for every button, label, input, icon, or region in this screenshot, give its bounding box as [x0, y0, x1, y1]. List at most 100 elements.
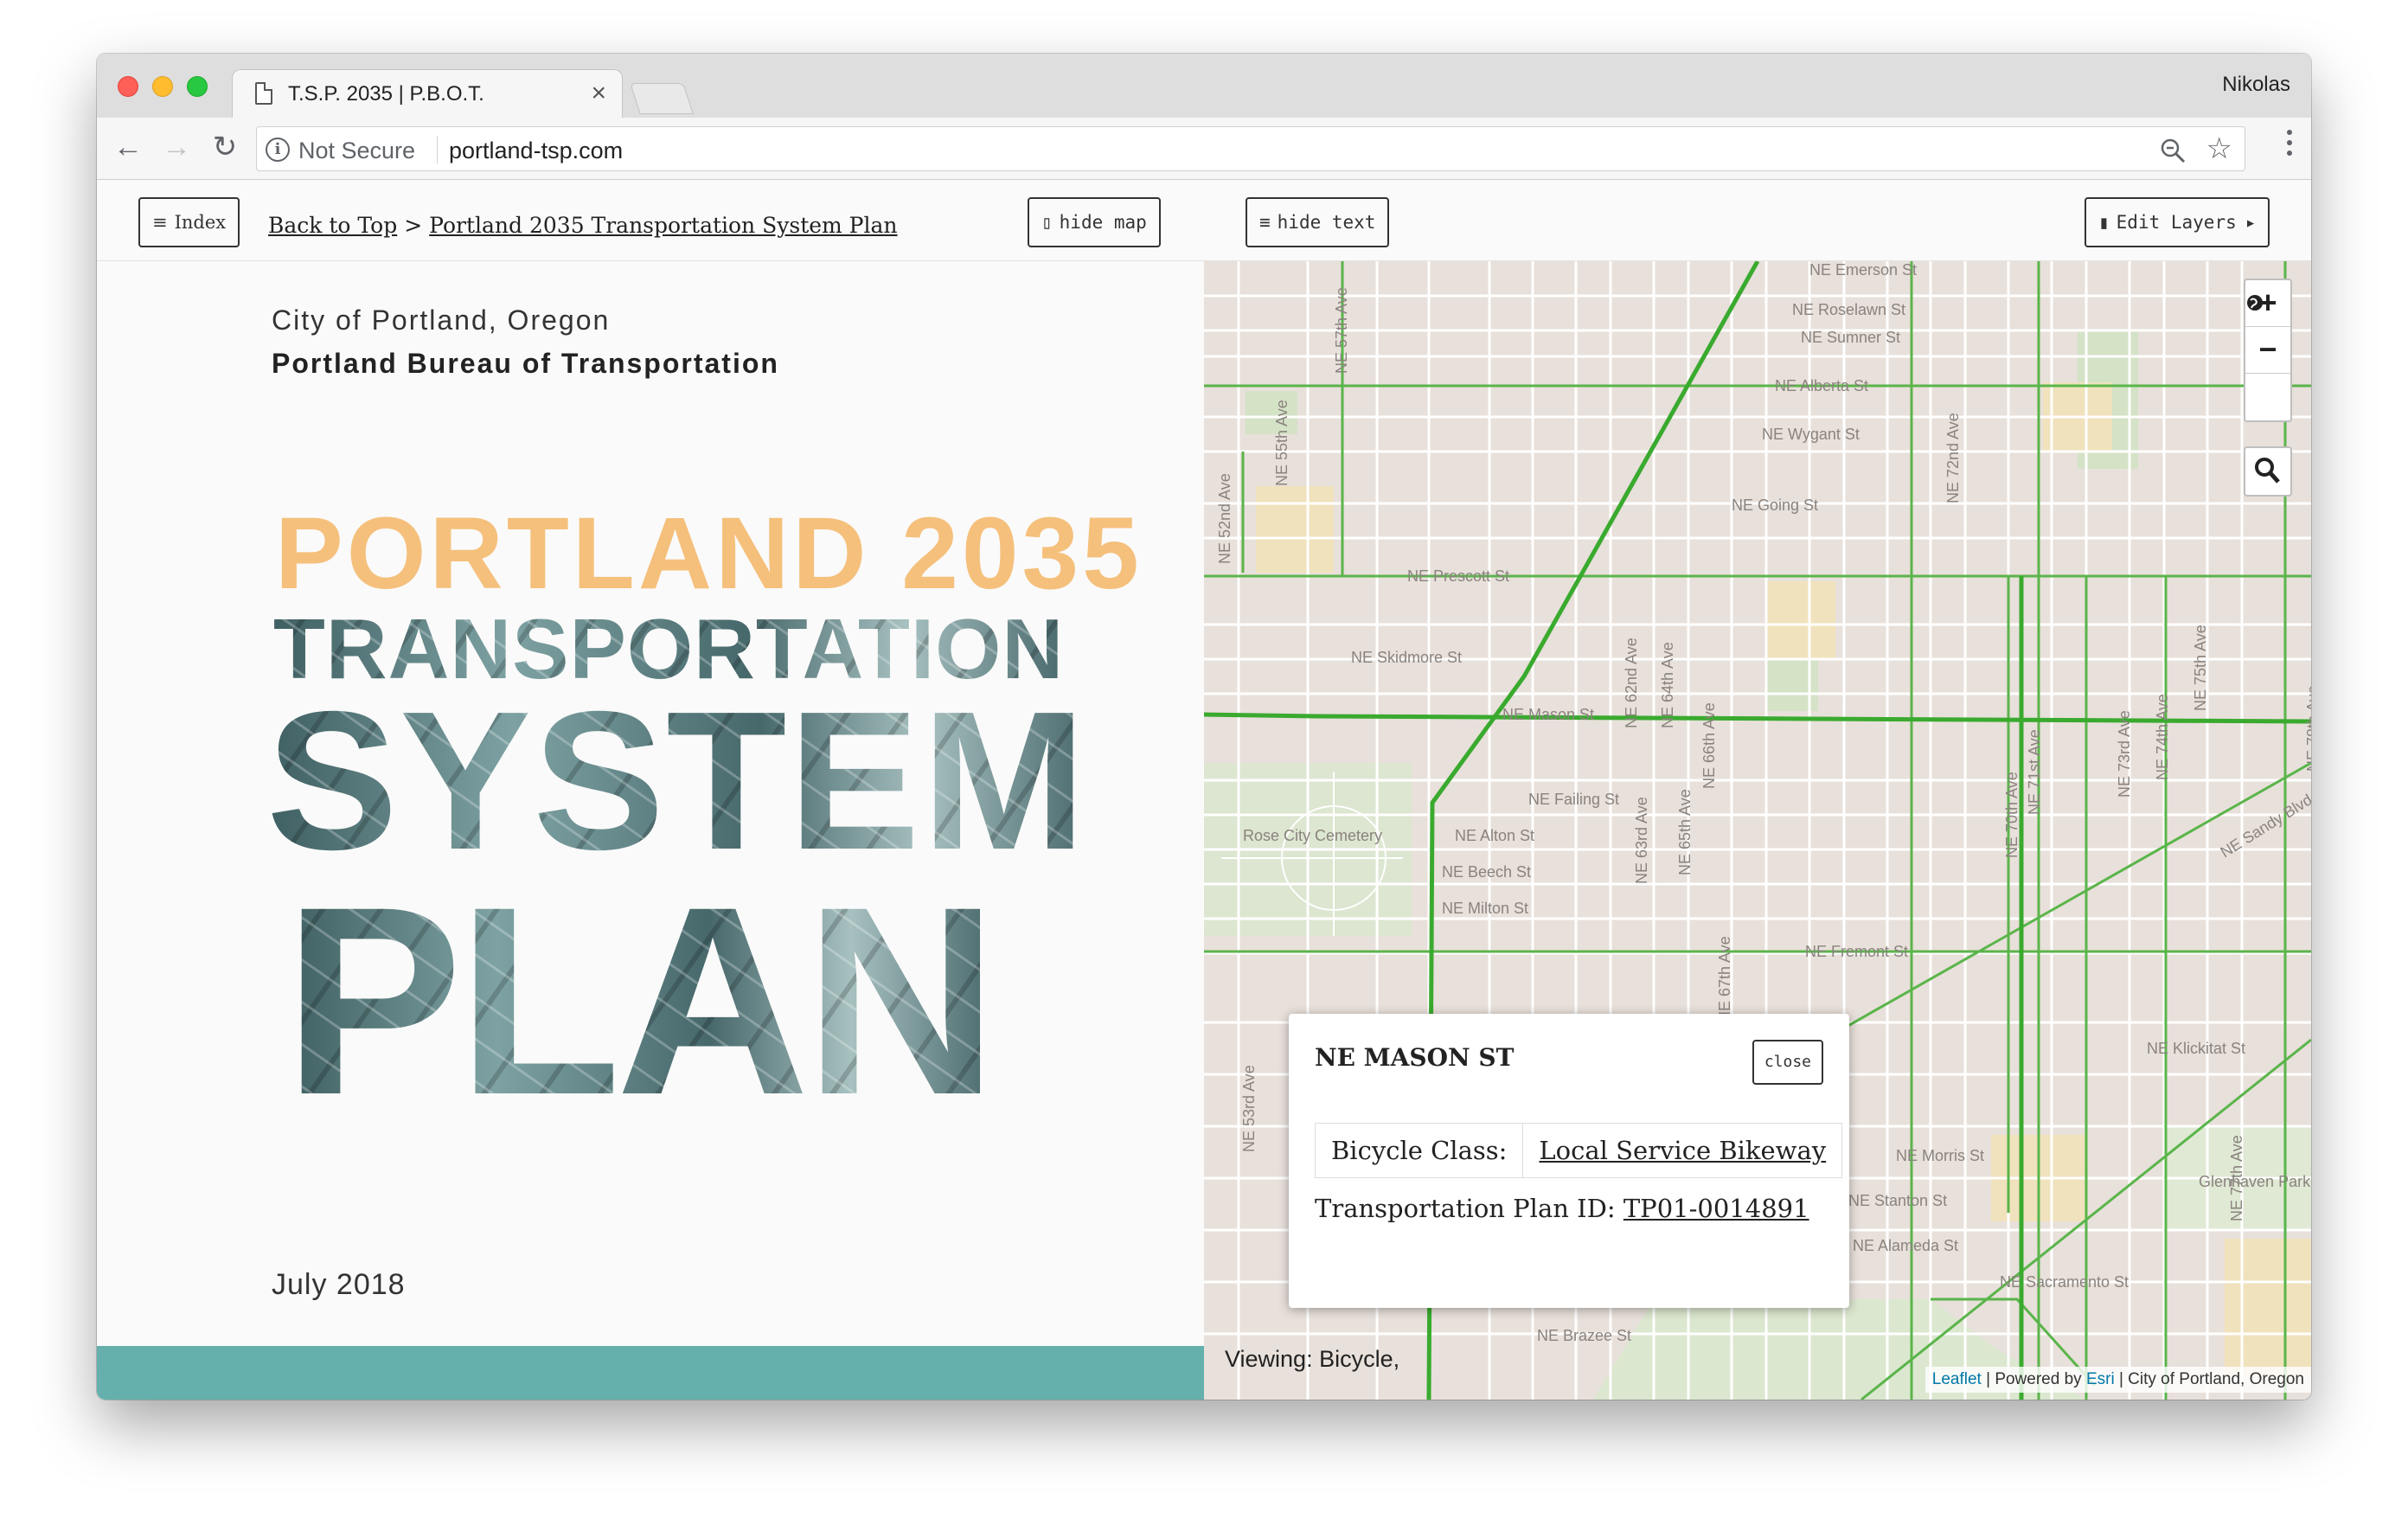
- svg-text:NE Sumner St: NE Sumner St: [1801, 329, 1900, 346]
- reload-icon[interactable]: ↻: [206, 128, 244, 166]
- bicycle-class-cell: Local Service Bikeway: [1522, 1123, 1843, 1178]
- attribution-city: | City of Portland, Oregon: [2114, 1370, 2304, 1388]
- footer-bar: [97, 1346, 1204, 1400]
- popup-close-button[interactable]: close: [1752, 1040, 1823, 1085]
- hide-text-button[interactable]: ≡ hide text: [1246, 197, 1390, 247]
- text-icon: ≡: [1259, 212, 1271, 233]
- window-close-button[interactable]: [118, 76, 138, 97]
- attribution-powered: | Powered by: [1981, 1370, 2086, 1388]
- plan-id-link[interactable]: TP01-0014891: [1623, 1194, 1809, 1223]
- breadcrumb: Back to Top > Portland 2035 Transportation…: [268, 213, 898, 238]
- browser-toolbar: ← → ↻ i Not Secure portland-tsp.com ☆: [97, 118, 2311, 180]
- page-header: ≡ Index Back to Top > Portland 2035 Transpo…: [97, 180, 2311, 261]
- publication-date: July 2018: [272, 1268, 406, 1301]
- svg-text:NE Prescott St: NE Prescott St: [1407, 567, 1509, 585]
- leaflet-link[interactable]: Leaflet: [1932, 1370, 1982, 1388]
- browser-tab[interactable]: T.S.P. 2035 | P.B.O.T. ×: [232, 69, 623, 118]
- security-label[interactable]: Not Secure: [298, 138, 415, 164]
- svg-text:NE Brazee St: NE Brazee St: [1537, 1327, 1631, 1344]
- info-icon[interactable]: i: [266, 138, 290, 162]
- breadcrumb-separator: >: [404, 213, 423, 238]
- map-search-button[interactable]: [2244, 446, 2292, 497]
- breadcrumb-current-link[interactable]: Portland 2035 Transportation System Plan: [429, 213, 897, 238]
- svg-text:NE 65th Ave: NE 65th Ave: [1676, 789, 1694, 875]
- caret-right-icon: ▸: [2245, 212, 2257, 233]
- forward-arrow-icon[interactable]: →: [157, 128, 195, 166]
- tab-title: T.S.P. 2035 | P.B.O.T.: [288, 82, 484, 106]
- svg-text:NE 67th Ave: NE 67th Ave: [1716, 936, 1733, 1022]
- svg-text:NE Going St: NE Going St: [1732, 497, 1818, 514]
- svg-text:NE Beech St: NE Beech St: [1442, 863, 1531, 881]
- svg-text:NE 66th Ave: NE 66th Ave: [1700, 702, 1718, 789]
- popup-attribute-table: Bicycle Class: Local Service Bikeway: [1314, 1123, 1843, 1178]
- svg-text:NE Alton St: NE Alton St: [1455, 827, 1534, 844]
- viewing-layers-text: Viewing: Bicycle,: [1225, 1346, 1400, 1372]
- svg-text:NE Klickitat St: NE Klickitat St: [2147, 1040, 2245, 1057]
- bureau-heading: Portland Bureau of Transportation: [272, 348, 779, 379]
- school-parcel: [2225, 1239, 2311, 1377]
- svg-text:NE 62nd Ave: NE 62nd Ave: [1623, 638, 1640, 728]
- hide-map-button[interactable]: ▯ hide map: [1028, 197, 1161, 247]
- esri-link[interactable]: Esri: [2086, 1370, 2115, 1388]
- bookmark-star-icon[interactable]: ☆: [2206, 132, 2232, 165]
- svg-text:NE Failing St: NE Failing St: [1528, 791, 1619, 808]
- svg-text:NE 57th Ave: NE 57th Ave: [1333, 287, 1350, 374]
- svg-text:NE 52nd Ave: NE 52nd Ave: [1216, 473, 1233, 564]
- new-tab-button[interactable]: [630, 83, 694, 114]
- svg-text:NE Alberta St: NE Alberta St: [1775, 377, 1868, 394]
- page-content: ≡ Index Back to Top > Portland 2035 Transpo…: [97, 180, 2311, 1400]
- svg-text:Glenhaven Park: Glenhaven Park: [2199, 1173, 2311, 1190]
- hide-text-label: hide text: [1277, 212, 1376, 233]
- svg-text:NE Mason St: NE Mason St: [1502, 706, 1594, 723]
- edit-layers-button[interactable]: ▮ Edit Layers ▸: [2085, 197, 2270, 247]
- table-row: Bicycle Class: Local Service Bikeway: [1314, 1123, 1843, 1178]
- document-icon: [255, 82, 272, 105]
- address-bar[interactable]: i Not Secure portland-tsp.com ☆: [256, 126, 2245, 171]
- list-icon: ≡: [152, 212, 168, 233]
- url-text[interactable]: portland-tsp.com: [449, 138, 623, 164]
- svg-text:NE Morris St: NE Morris St: [1896, 1147, 1984, 1164]
- svg-text:NE Alameda St: NE Alameda St: [1853, 1237, 1958, 1254]
- hide-map-label: hide map: [1059, 212, 1147, 233]
- svg-text:NE 73rd Ave: NE 73rd Ave: [2116, 710, 2133, 798]
- index-label: Index: [174, 212, 227, 233]
- svg-text:NE 63rd Ave: NE 63rd Ave: [1633, 797, 1650, 884]
- bicycle-class-link[interactable]: Local Service Bikeway: [1539, 1136, 1826, 1165]
- map-attribution: Leaflet | Powered by Esri | City of Port…: [1924, 1367, 2311, 1393]
- kebab-menu-icon[interactable]: [2287, 130, 2294, 164]
- svg-text:NE 75th Ave: NE 75th Ave: [2192, 625, 2209, 711]
- map-zoom-controls: + −: [2244, 279, 2292, 422]
- zoom-icon[interactable]: [2158, 136, 2187, 165]
- profile-name[interactable]: Nikolas: [2222, 73, 2290, 97]
- map-icon: ▯: [1041, 212, 1053, 233]
- window-minimize-button[interactable]: [152, 76, 173, 97]
- svg-text:NE Roselawn St: NE Roselawn St: [1792, 301, 1905, 318]
- index-button[interactable]: ≡ Index: [138, 197, 240, 247]
- zoom-out-button[interactable]: −: [2245, 327, 2290, 374]
- svg-text:NE Stanton St: NE Stanton St: [1848, 1192, 1947, 1209]
- svg-text:NE 70th Ave: NE 70th Ave: [2003, 772, 2021, 858]
- svg-text:NE Skidmore St: NE Skidmore St: [1351, 649, 1462, 666]
- school-parcel: [1256, 486, 1334, 573]
- svg-text:NE 71st Ave: NE 71st Ave: [2026, 729, 2043, 815]
- plan-id-row: Transportation Plan ID: TP01-0014891: [1315, 1194, 1809, 1223]
- svg-text:NE 72nd Ave: NE 72nd Ave: [1944, 413, 1962, 503]
- breadcrumb-back-link[interactable]: Back to Top: [268, 213, 397, 238]
- tab-bar: T.S.P. 2035 | P.B.O.T. × Nikolas: [97, 54, 2311, 118]
- tab-close-icon[interactable]: ×: [591, 79, 606, 108]
- svg-text:NE 78th Ave: NE 78th Ave: [2304, 685, 2311, 772]
- globe-icon[interactable]: [2245, 295, 2290, 420]
- school-parcel: [1766, 581, 1835, 659]
- street-info-popup: NE MASON ST close Bicycle Class: Local S…: [1289, 1014, 1849, 1308]
- edit-layers-label: Edit Layers: [2116, 212, 2237, 233]
- map-panel[interactable]: NE Emerson St NE Roselawn St NE Sumner S…: [1204, 261, 2311, 1400]
- title-plan: PLAN: [284, 850, 993, 1150]
- search-icon: [2255, 458, 2280, 484]
- back-arrow-icon[interactable]: ←: [109, 128, 147, 166]
- window-maximize-button[interactable]: [187, 76, 208, 97]
- svg-text:NE 53rd Ave: NE 53rd Ave: [1240, 1065, 1258, 1152]
- browser-window: T.S.P. 2035 | P.B.O.T. × Nikolas ← → ↻ i…: [97, 54, 2311, 1400]
- svg-text:NE Emerson St: NE Emerson St: [1809, 261, 1917, 279]
- svg-text:NE Fremont St: NE Fremont St: [1805, 943, 1908, 960]
- plan-id-label: Transportation Plan ID:: [1315, 1194, 1616, 1223]
